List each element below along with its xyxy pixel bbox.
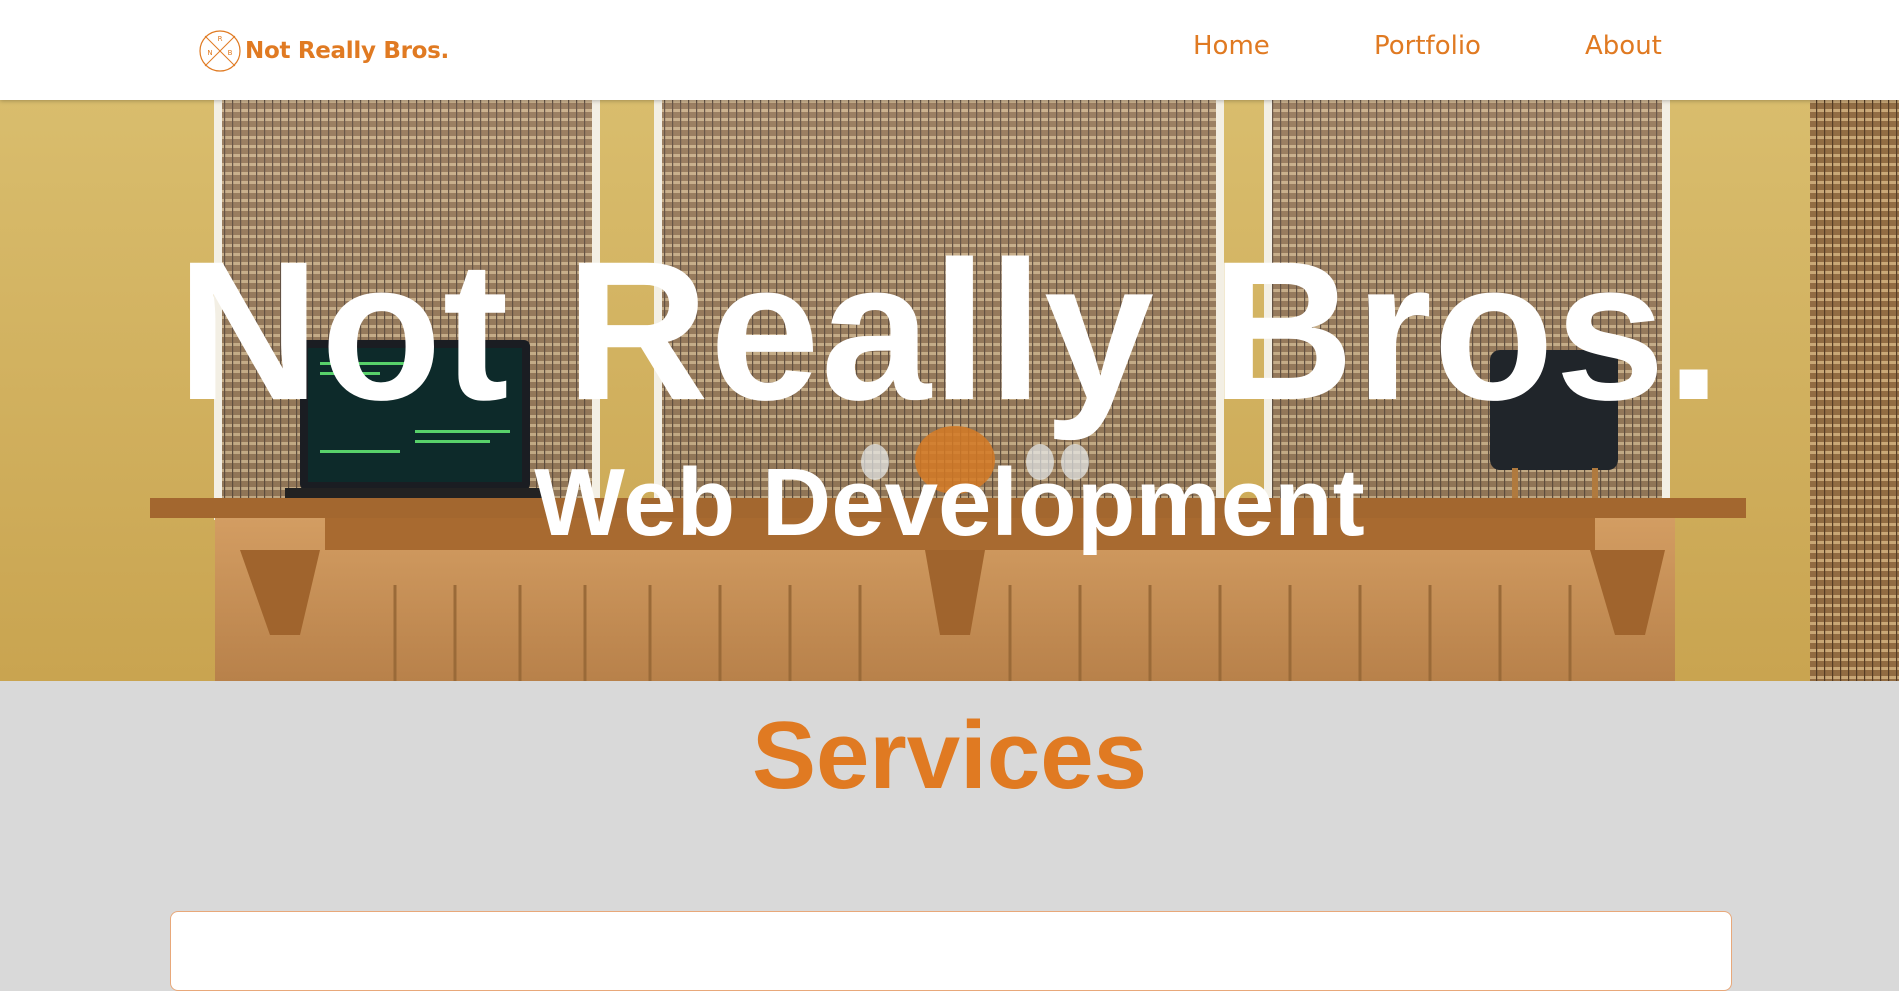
hero-subtitle: Web Development xyxy=(534,449,1365,556)
brand-link[interactable]: R N B Not Really Bros. xyxy=(197,28,449,74)
logo-letter-b: B xyxy=(228,49,233,57)
nav-link-home[interactable]: Home xyxy=(1193,33,1270,59)
services-card xyxy=(170,911,1732,991)
navbar: R N B Not Really Bros. Home Portfolio Ab… xyxy=(0,0,1899,100)
hero-banner: Not Really Bros. Web Development xyxy=(0,100,1899,681)
logo-letter-r: R xyxy=(218,35,223,43)
services-title: Services xyxy=(751,702,1147,809)
nav-link-portfolio[interactable]: Portfolio xyxy=(1374,33,1481,59)
nav-link-about[interactable]: About xyxy=(1585,33,1662,59)
logo-letter-n: N xyxy=(207,49,212,57)
nrb-monogram-icon: R N B xyxy=(199,30,241,72)
brand-name: Not Really Bros. xyxy=(245,38,449,64)
hero-title: Not Really Bros. xyxy=(176,220,1723,441)
